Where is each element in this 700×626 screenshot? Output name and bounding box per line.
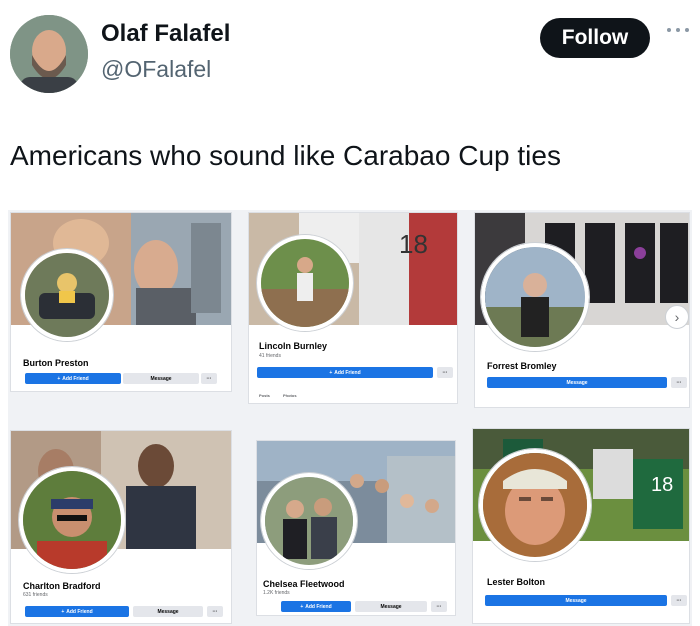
more-horizontal-icon[interactable] (664, 22, 692, 38)
add-friend-icon: + (57, 375, 61, 382)
profile-card-forrest-bromley: › Forrest Bromley Message ··· (474, 212, 690, 408)
profile-name[interactable]: Chelsea Fleetwood (263, 579, 345, 589)
author-name[interactable]: Olaf Falafel (101, 20, 230, 48)
profile-picture[interactable] (257, 235, 353, 331)
profile-name[interactable]: Lincoln Burnley (259, 341, 327, 351)
add-friend-button[interactable]: + Add Friend (281, 601, 351, 612)
chevron-right-icon[interactable]: › (665, 305, 689, 329)
add-friend-label: Add Friend (62, 375, 89, 382)
more-button[interactable]: ··· (201, 373, 217, 384)
more-button[interactable]: ··· (437, 367, 453, 378)
message-button[interactable]: Message (487, 377, 667, 388)
profile-name[interactable]: Forrest Bromley (487, 361, 557, 371)
message-label: Message (565, 597, 587, 604)
tweet-image[interactable]: Burton Preston + Add Friend Message ··· 1… (8, 210, 692, 626)
more-button[interactable]: ··· (671, 595, 687, 606)
profile-name[interactable]: Charlton Bradford (23, 581, 101, 591)
profile-picture[interactable] (481, 243, 589, 351)
friends-count: 1.2K friends (263, 590, 290, 596)
message-label: Message (380, 603, 402, 610)
profile-name[interactable]: Burton Preston (23, 358, 89, 368)
more-button[interactable]: ··· (207, 606, 223, 617)
profile-card-charlton-bradford: Charlton Bradford 631 friends + Add Frien… (10, 430, 232, 624)
message-label: Message (150, 375, 172, 382)
add-friend-icon: + (61, 608, 65, 615)
add-friend-icon: + (329, 369, 333, 376)
author-avatar[interactable] (10, 15, 88, 93)
follow-button[interactable]: Follow (540, 18, 650, 58)
add-friend-button[interactable]: + Add Friend (25, 606, 129, 617)
profile-picture[interactable] (19, 467, 125, 573)
message-label: Message (157, 608, 179, 615)
add-friend-label: Add Friend (334, 369, 361, 376)
tab-posts[interactable]: Posts (259, 393, 270, 398)
profile-card-lincoln-burnley: 18 Lincoln Burnley 41 friends + Add Frien… (248, 212, 458, 404)
add-friend-button[interactable]: + Add Friend (257, 367, 433, 378)
author-handle[interactable]: @OFalafel (101, 56, 211, 83)
svg-text:18: 18 (399, 229, 428, 259)
tab-photos[interactable]: Photos (283, 393, 297, 398)
message-button[interactable]: Message (485, 595, 667, 606)
more-button[interactable]: ··· (431, 601, 447, 612)
message-button[interactable]: Message (123, 373, 199, 384)
message-label: Message (566, 379, 588, 386)
add-friend-label: Add Friend (66, 608, 93, 615)
more-button[interactable]: ··· (671, 377, 687, 388)
profile-picture[interactable] (261, 473, 357, 569)
profile-picture[interactable] (479, 449, 591, 561)
profile-card-lester-bolton: 18 Lester Bolton Message ··· (472, 428, 690, 624)
add-friend-icon: + (300, 603, 304, 610)
svg-text:18: 18 (651, 474, 673, 496)
message-button[interactable]: Message (355, 601, 427, 612)
tweet-text: Americans who sound like Carabao Cup tie… (10, 140, 561, 171)
friends-count: 631 friends (23, 592, 48, 598)
friends-count: 41 friends (259, 353, 281, 359)
message-button[interactable]: Message (133, 606, 203, 617)
profile-card-burton-preston: Burton Preston + Add Friend Message ··· (10, 212, 232, 392)
add-friend-button[interactable]: + Add Friend (25, 373, 121, 384)
profile-card-chelsea-fleetwood: Chelsea Fleetwood 1.2K friends + Add Frie… (256, 440, 456, 616)
add-friend-label: Add Friend (305, 603, 332, 610)
profile-picture[interactable] (21, 249, 113, 341)
profile-name[interactable]: Lester Bolton (487, 577, 545, 587)
